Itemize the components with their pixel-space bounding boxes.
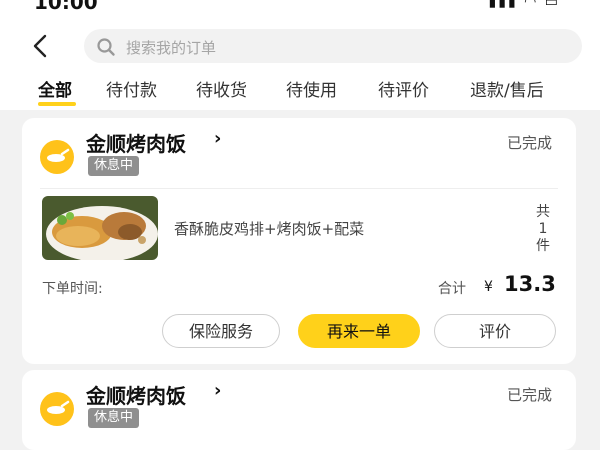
status-bar: 10:00 ▮▮▮ ◠ ▭ [0,0,600,22]
chevron-right-icon: › [214,128,222,149]
status-icons: ▮▮▮ ◠ ▭ [488,0,560,10]
item-name: 香酥脆皮鸡排+烤肉饭+配菜 [174,220,365,238]
tab-pending-use[interactable]: 待使用 [286,76,337,101]
tab-pending-delivery[interactable]: 待收货 [196,76,247,101]
back-button[interactable] [24,30,56,62]
tab-pending-payment[interactable]: 待付款 [106,76,157,101]
item-count-prefix: 共 [536,204,550,220]
search-icon [97,38,115,56]
chevron-left-icon [33,34,47,58]
reorder-button[interactable]: 再来一单 [298,314,420,348]
item-count-value: 1 [538,221,548,237]
food-photo [42,196,158,260]
shop-status-badge: 休息中 [88,408,140,428]
chevron-right-icon: › [214,380,222,401]
search-input[interactable]: 搜索我的订单 [84,29,582,63]
insurance-service-button[interactable]: 保险服务 [162,314,280,348]
order-card: 金顺烤肉饭 › 休息中 已完成 香酥脆皮鸡排+烤肉饭+配菜 共 1 件 下单时间… [22,118,576,364]
order-tabs: 全部 待付款 待收货 待使用 待评价 退款/售后 [0,70,600,110]
divider [40,188,558,189]
search-placeholder: 搜索我的订单 [126,39,217,57]
order-status: 已完成 [506,386,552,404]
item-count-suffix: 件 [536,238,550,254]
food-image[interactable] [42,196,158,260]
tab-pending-review[interactable]: 待评价 [378,76,429,101]
total-amount: 13.3 [504,272,556,296]
order-card: 金顺烤肉饭 › 休息中 已完成 [22,370,576,450]
top-bar: 搜索我的订单 [0,22,600,70]
status-time: 10:00 [34,0,98,14]
review-button[interactable]: 评价 [434,314,556,348]
total-label: 合计 [438,281,466,297]
tab-refund-aftersale[interactable]: 退款/售后 [470,76,544,101]
item-count: 共 1 件 [534,204,552,255]
order-time-label: 下单时间: [42,281,103,297]
shop-name[interactable]: 金顺烤肉饭 [86,128,186,157]
shop-logo-icon [47,400,70,414]
shop-logo-icon [47,148,70,162]
shop-logo[interactable] [40,392,74,426]
order-status: 已完成 [506,134,552,152]
shop-status-badge: 休息中 [88,156,140,176]
shop-logo[interactable] [40,140,74,174]
tab-all[interactable]: 全部 [38,76,72,101]
currency-symbol: ¥ [484,279,493,295]
active-tab-indicator [38,102,76,106]
shop-name[interactable]: 金顺烤肉饭 [86,380,186,409]
